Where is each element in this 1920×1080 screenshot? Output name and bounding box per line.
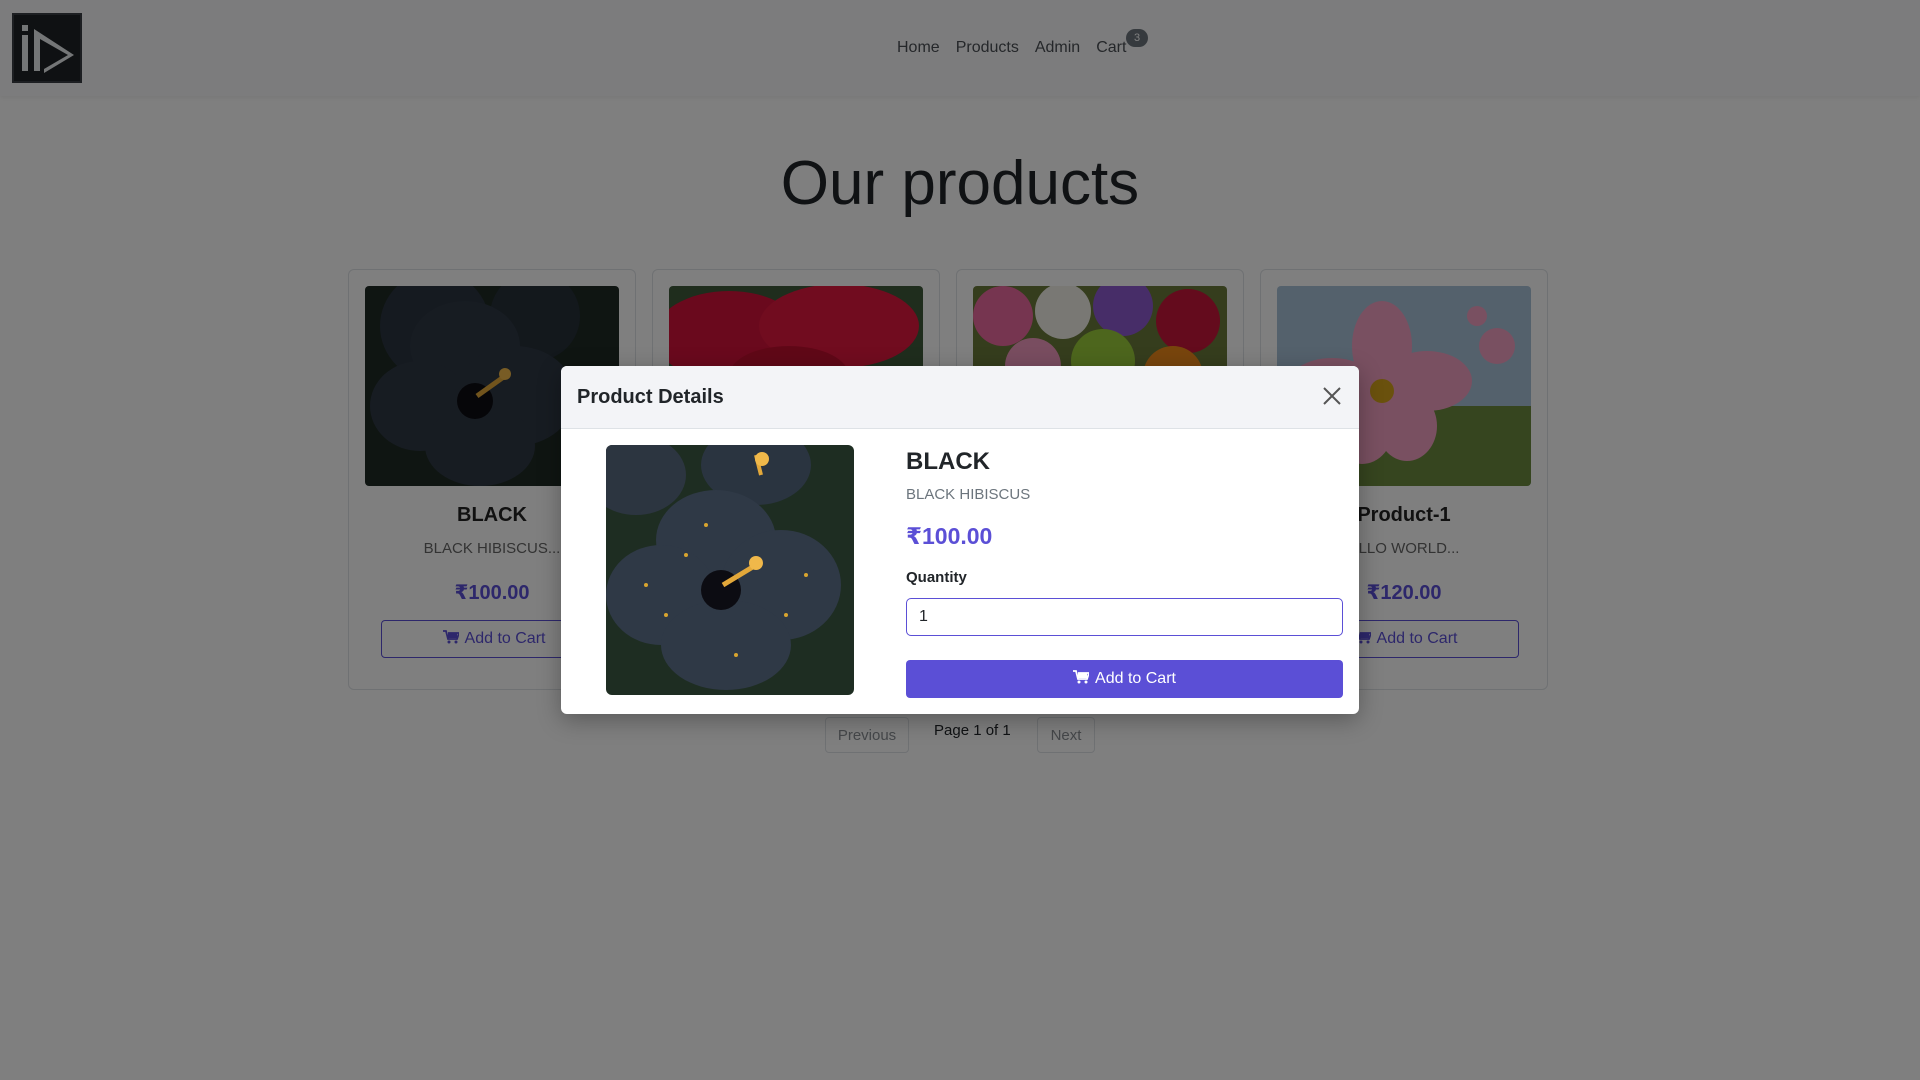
modal-product-description: BLACK HIBISCUS [906,486,1031,503]
cart-icon [1073,669,1091,689]
close-icon [1321,386,1343,410]
quantity-input[interactable] [906,598,1343,636]
modal-add-to-cart-label: Add to Cart [1095,670,1176,687]
modal-add-to-cart-button[interactable]: Add to Cart [906,660,1343,698]
close-button[interactable] [1319,384,1345,410]
modal-header: Product Details [561,366,1359,429]
product-image [606,445,854,695]
modal-product-price: ₹100.00 [906,523,993,549]
modal-product-name: BLACK [906,448,990,475]
modal-title: Product Details [577,386,724,408]
quantity-label: Quantity [906,569,967,586]
product-details-modal: Product Details BLACK BLACK HIBISCUS ₹10… [561,366,1359,714]
